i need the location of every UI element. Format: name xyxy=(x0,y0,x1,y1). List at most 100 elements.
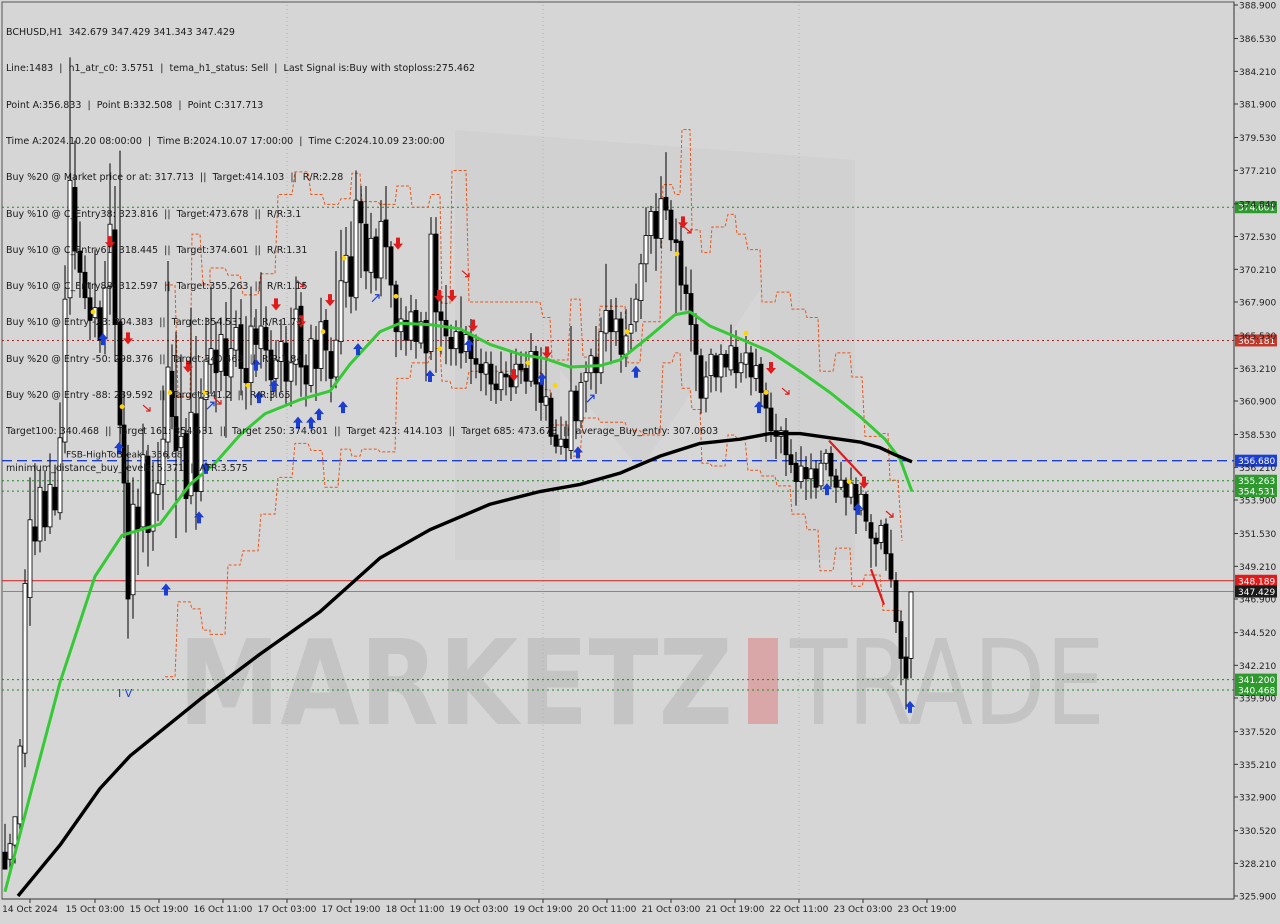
y-tick-label: 388.900 xyxy=(1239,2,1276,12)
ohlc-open: 342.679 xyxy=(68,27,108,39)
x-tick-label: 21 Oct 03:00 xyxy=(642,905,701,915)
title-line: BCHUSD,H1 342.679 347.429 341.343 347.42… xyxy=(6,27,718,39)
candle-body xyxy=(813,468,819,488)
candle-body xyxy=(718,353,724,378)
y-tick-label: 332.900 xyxy=(1239,794,1276,804)
y-tick-label: 351.530 xyxy=(1239,530,1276,540)
x-tick-label: 23 Oct 03:00 xyxy=(834,905,893,915)
candle-body xyxy=(743,352,749,365)
candle-body xyxy=(878,525,884,543)
y-axis: 388.900 386.530 384.210 381.900 379.530 377.2… xyxy=(1233,2,1276,903)
x-tick-label: 23 Oct 19:00 xyxy=(898,905,957,915)
x-tick-label: 19 Oct 03:00 xyxy=(450,905,509,915)
candle-body xyxy=(808,468,814,480)
x-tick-label: 17 Oct 19:00 xyxy=(322,905,381,915)
y-tick-label: 386.530 xyxy=(1239,35,1276,45)
y-tick-label: 367.900 xyxy=(1239,299,1276,309)
ohlc-high: 347.429 xyxy=(111,27,151,39)
chart-area[interactable]: MARKETZ TRADE 374.601 365.181 356.680 355.2… xyxy=(0,0,1280,920)
candle-body xyxy=(728,345,734,371)
ohlc-close: 347.429 xyxy=(195,27,235,39)
candle-body xyxy=(753,365,759,379)
x-tick-label: 15 Oct 03:00 xyxy=(66,905,125,915)
x-tick-label: 21 Oct 19:00 xyxy=(706,905,765,915)
candle-body xyxy=(135,506,141,531)
info-line: minimum_distance_buy_levels: 5.371 | ATR… xyxy=(6,462,248,474)
y-tick-label: 370.210 xyxy=(1239,266,1276,276)
y-tick-label: 365.530 xyxy=(1239,332,1276,342)
info-line: Buy %10 @ Entry -23: 304.383 || Target:3… xyxy=(6,317,303,329)
candle-body xyxy=(848,482,854,498)
candle-body xyxy=(898,621,904,659)
info-line: Buy %20 @ Entry -50: 298.376 || Target:3… xyxy=(6,353,303,365)
ohlc-low: 341.343 xyxy=(153,27,193,39)
y-tick-label: 330.520 xyxy=(1239,827,1276,837)
candle-body xyxy=(908,591,914,659)
candle-body xyxy=(883,523,889,555)
candle-body xyxy=(903,656,909,679)
y-tick-label: 339.900 xyxy=(1239,695,1276,705)
candle-body xyxy=(863,493,869,522)
y-tick-label: 344.520 xyxy=(1239,629,1276,639)
x-tick-label: 15 Oct 19:00 xyxy=(130,905,189,915)
y-tick-label: 384.210 xyxy=(1239,68,1276,78)
candle-body xyxy=(758,363,764,393)
candle-body xyxy=(748,352,754,378)
y-tick-label: 335.210 xyxy=(1239,761,1276,771)
x-tick-label: 14 Oct 2024 xyxy=(2,905,58,915)
y-tick-label: 377.210 xyxy=(1239,167,1276,177)
y-tick-label: 374.840 xyxy=(1239,200,1276,210)
candle-body xyxy=(2,851,8,870)
watermark-bar xyxy=(748,638,778,724)
candle-body xyxy=(788,454,794,466)
candle-body xyxy=(893,580,899,623)
signal-dot xyxy=(763,390,769,395)
watermark-part2: TRADE xyxy=(789,614,1105,752)
y-tick-label: 346.900 xyxy=(1239,596,1276,606)
candle-body xyxy=(130,503,136,596)
signal-dot xyxy=(846,479,852,485)
candle-body xyxy=(17,745,23,825)
y-tick-label: 325.900 xyxy=(1239,893,1276,903)
candle-body xyxy=(768,407,774,432)
watermark-part1: MARKETZ xyxy=(178,614,733,752)
y-tick-label: 379.530 xyxy=(1239,134,1276,144)
info-line: Buy %10 @ C_Entry88: 312.597 || Target:3… xyxy=(6,281,308,293)
x-tick-label: 20 Oct 11:00 xyxy=(578,905,637,915)
x-axis: 14 Oct 2024 15 Oct 03:00 15 Oct 19:00 16 Oc… xyxy=(2,898,1234,915)
info-line: Buy %10 @ C_Entry38: 323.816 || Target:4… xyxy=(6,208,302,220)
y-tick-label: 353.900 xyxy=(1239,497,1276,507)
y-tick-label: 328.210 xyxy=(1239,860,1276,870)
side-label: I V xyxy=(118,687,133,700)
candle-body xyxy=(32,526,38,542)
info-line: Buy %10 @ C_Entry61: 318.445 || Target:3… xyxy=(6,244,308,256)
candle-body xyxy=(823,452,829,464)
info-line: Line:1483 | h1_atr_c0: 3.5751 | tema_h1_… xyxy=(6,63,476,75)
x-tick-label: 22 Oct 11:00 xyxy=(770,905,829,915)
x-tick-label: 19 Oct 19:00 xyxy=(514,905,573,915)
info-line: Time A:2024.10.20 08:00:00 | Time B:2024… xyxy=(6,136,445,148)
y-tick-label: 349.210 xyxy=(1239,563,1276,573)
y-tick-label: 337.520 xyxy=(1239,728,1276,738)
symbol-timeframe: BCHUSD,H1 xyxy=(6,27,63,39)
y-tick-label: 342.210 xyxy=(1239,662,1276,672)
candle-body xyxy=(838,479,844,488)
candle-body xyxy=(723,353,729,368)
candle-body xyxy=(22,583,28,754)
candle-body xyxy=(833,475,839,488)
info-panel: BCHUSD,H1 342.679 347.429 341.343 347.42… xyxy=(6,3,718,499)
signal-dot xyxy=(743,330,749,336)
candle-body xyxy=(27,519,33,598)
candle-body xyxy=(793,462,799,483)
candle-body xyxy=(828,452,834,477)
x-tick-label: 17 Oct 03:00 xyxy=(258,905,317,915)
info-line: Buy %20 @ Entry -88: 289.592 || Target:3… xyxy=(6,390,291,401)
info-line: Target100: 340.468 || Target 161: 354.53… xyxy=(6,426,719,438)
x-tick-label: 18 Oct 11:00 xyxy=(386,905,445,915)
candle-body xyxy=(12,816,18,846)
candle-body xyxy=(738,362,744,374)
info-line: Point A:356.833 | Point B:332.508 | Poin… xyxy=(6,99,264,111)
candle-body xyxy=(125,482,131,600)
candle-body xyxy=(798,465,804,483)
candle-body xyxy=(868,522,874,539)
